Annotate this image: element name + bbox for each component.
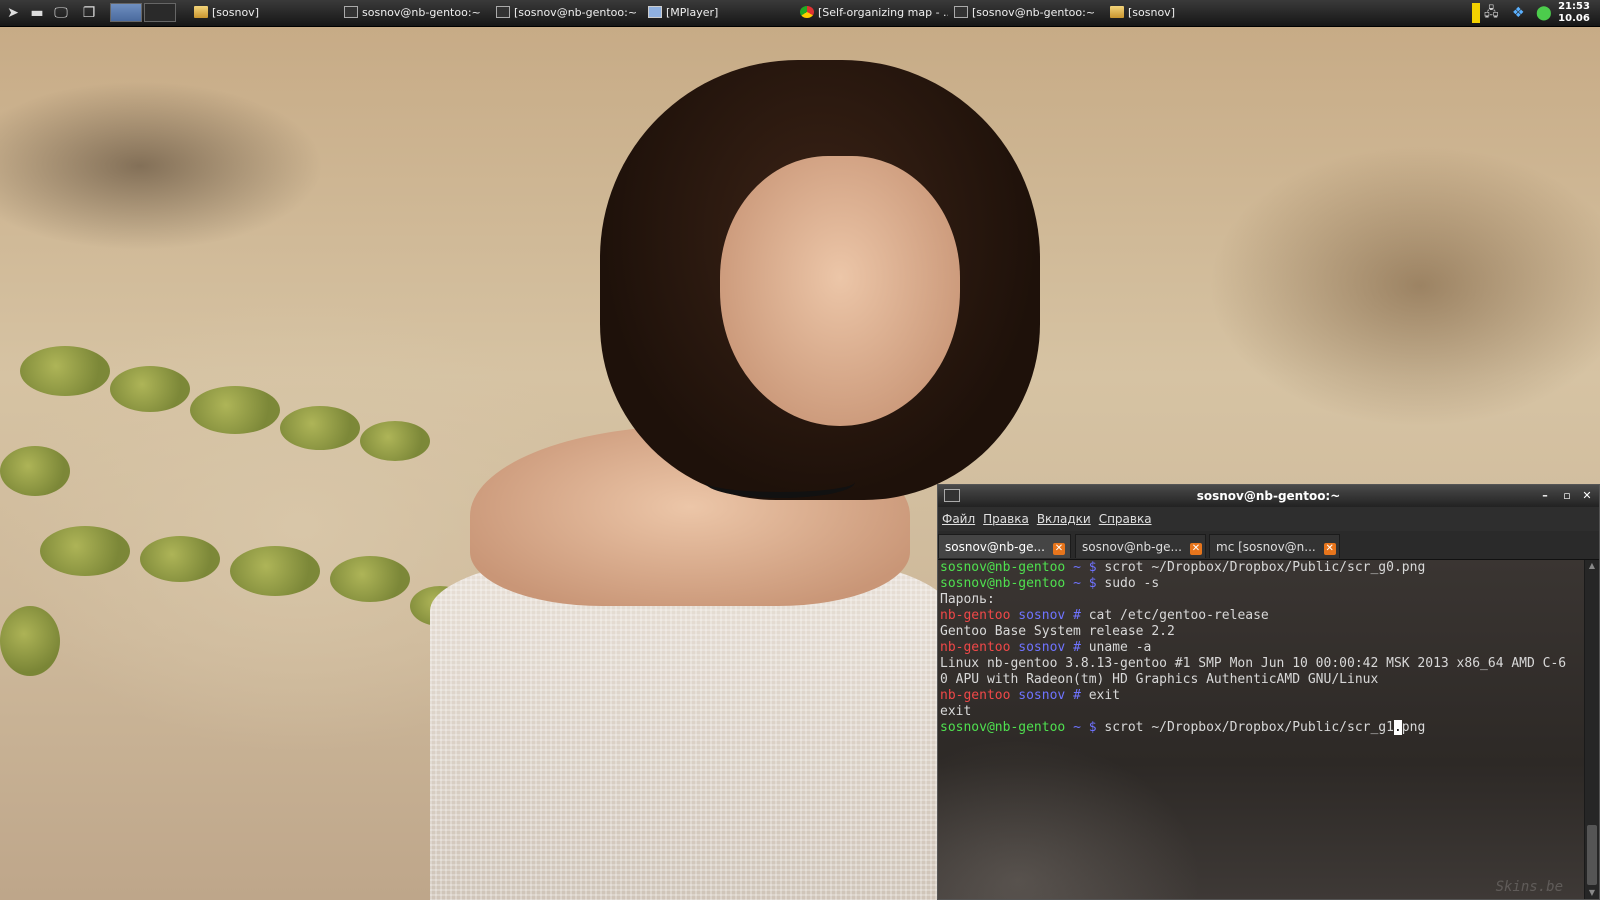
network-icon[interactable]: 🖧 [1484, 3, 1502, 23]
close-tab-icon[interactable]: ✕ [1189, 543, 1202, 555]
close-tab-icon[interactable]: ✕ [1323, 543, 1336, 555]
taskbar-task[interactable]: [sosnov] [1110, 4, 1250, 22]
terminal-line: 0 APU with Radeon(tm) HD Graphics Authen… [940, 672, 1379, 687]
terminal-line: nb-gentoo sosnov # cat /etc/gentoo-relea… [940, 608, 1269, 623]
taskbar-task[interactable]: [MPlayer] [648, 4, 788, 22]
taskbar-task[interactable]: [Self-organizing map - ... [800, 4, 948, 22]
terminal-line: exit [940, 704, 972, 719]
ivy-leaf [330, 556, 410, 602]
scrollbar[interactable]: ▲ ▼ [1584, 560, 1599, 899]
tab-label: sosnov@nb-ge... [945, 540, 1045, 554]
windows-list-icon[interactable]: ❐ [80, 4, 98, 22]
close-tab-icon[interactable]: ✕ [1052, 543, 1065, 555]
terminal-line: sosnov@nb-gentoo ~ $ scrot ~/Dropbox/Dro… [940, 720, 1426, 735]
terminal-line: Gentoo Base System release 2.2 [940, 624, 1175, 639]
tab-bar: sosnov@nb-ge... ✕ sosnov@nb-ge... ✕ mc [so… [938, 531, 1599, 560]
window-titlebar[interactable]: sosnov@nb-gentoo:~ – ▫ ✕ [938, 485, 1599, 507]
monitor-icon[interactable]: 🖵 [52, 4, 70, 22]
menu-tabs[interactable]: Вкладки [1033, 507, 1095, 531]
terminal-line: sosnov@nb-gentoo ~ $ scrot ~/Dropbox/Dro… [940, 560, 1426, 575]
ivy-leaf [280, 406, 360, 450]
minimize-all-icon[interactable]: ▬ [28, 4, 46, 22]
ivy-leaf [140, 536, 220, 582]
update-shield-icon[interactable]: ⬤ [1536, 3, 1554, 23]
ivy-leaf [190, 386, 280, 434]
terminal-icon [344, 6, 358, 18]
ivy-leaf [110, 366, 190, 412]
menu-bar: Файл Правка Вкладки Справка [938, 507, 1599, 531]
clock-date: 10.06 [1558, 13, 1590, 24]
taskbar-task[interactable]: sosnov@nb-gentoo:~ [344, 4, 484, 22]
text-cursor: . [1393, 720, 1402, 735]
clock-time: 21:53 [1558, 1, 1590, 12]
taskbar-task[interactable]: [sosnov@nb-gentoo:~] [954, 4, 1094, 22]
tab-terminal-1[interactable]: sosnov@nb-ge... ✕ [938, 534, 1071, 558]
scroll-thumb[interactable] [1587, 825, 1597, 885]
terminal-icon [954, 6, 968, 18]
taskbar-task[interactable]: [sosnov] [194, 4, 334, 22]
folder-icon [194, 6, 208, 18]
menu-launcher-icon[interactable]: ➤ [4, 4, 22, 22]
terminal-line: nb-gentoo sosnov # uname -a [940, 640, 1152, 655]
terminal-line: sosnov@nb-gentoo ~ $ sudo -s [940, 576, 1160, 591]
desktop-pager-1[interactable] [110, 3, 142, 22]
terminal-icon [944, 489, 960, 502]
window-icon [648, 6, 662, 18]
window-title: sosnov@nb-gentoo:~ [1196, 489, 1341, 503]
ivy-leaf [0, 446, 70, 496]
ivy-leaf [0, 606, 60, 676]
terminal-output[interactable]: sosnov@nb-gentoo ~ $ scrot ~/Dropbox/Dro… [938, 560, 1585, 899]
tab-label: sosnov@nb-ge... [1082, 540, 1182, 554]
taskbar: ➤ ▬ 🖵 ❐ [sosnov] sosnov@nb-gentoo:~ [sos… [0, 0, 1600, 27]
menu-edit[interactable]: Правка [979, 507, 1033, 531]
terminal-window[interactable]: sosnov@nb-gentoo:~ – ▫ ✕ Файл Правка Вклад… [937, 484, 1600, 900]
tab-mc[interactable]: mc [sosnov@n... ✕ [1209, 534, 1340, 558]
ivy-leaf [20, 346, 110, 396]
terminal-line: Linux nb-gentoo 3.8.13-gentoo #1 SMP Mon… [940, 656, 1567, 671]
scroll-down-arrow-icon[interactable]: ▼ [1585, 887, 1599, 899]
terminal-line: Пароль: [940, 592, 995, 607]
folder-icon [1110, 6, 1124, 18]
scroll-up-arrow-icon[interactable]: ▲ [1585, 560, 1599, 572]
terminal-icon [496, 6, 510, 18]
tab-terminal-2[interactable]: sosnov@nb-ge... ✕ [1075, 534, 1206, 558]
choker-necklace [705, 466, 855, 498]
watermark: Skins.be [1495, 879, 1563, 895]
ivy-leaf [360, 421, 430, 461]
taskbar-task[interactable]: [sosnov@nb-gentoo:~] [496, 4, 636, 22]
battery-icon[interactable] [1472, 3, 1480, 23]
ivy-leaf [230, 546, 320, 596]
ivy-leaf [40, 526, 130, 576]
dropbox-icon[interactable]: ❖ [1512, 3, 1530, 23]
chrome-icon [800, 6, 814, 18]
maximize-button[interactable]: ▫ [1557, 485, 1577, 507]
terminal-line: nb-gentoo sosnov # exit [940, 688, 1121, 703]
close-button[interactable]: ✕ [1577, 485, 1597, 507]
clock[interactable]: 21:53 10.06 [1554, 1, 1594, 25]
tab-label: mc [sosnov@n... [1216, 540, 1316, 554]
minimize-button[interactable]: – [1535, 485, 1555, 507]
face-shape [720, 156, 960, 426]
desktop-pager-2[interactable] [144, 3, 176, 22]
menu-file[interactable]: Файл [938, 507, 979, 531]
menu-help[interactable]: Справка [1095, 507, 1156, 531]
